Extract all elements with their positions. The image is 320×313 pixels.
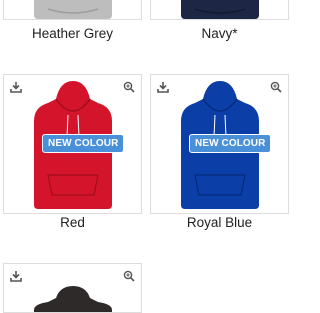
product-image-navy[interactable] [151,0,289,20]
product-image-dark[interactable] [4,264,142,313]
product-card-red[interactable]: NEW COLOUR [3,74,142,214]
product-name[interactable]: Heather Grey [3,26,142,41]
new-colour-badge: NEW COLOUR [42,134,125,153]
download-icon[interactable] [157,81,169,93]
zoom-icon[interactable] [123,81,135,93]
zoom-icon[interactable] [123,270,135,282]
download-icon[interactable] [10,270,22,282]
download-icon[interactable] [10,81,22,93]
product-name[interactable]: Navy* [150,26,289,41]
new-colour-badge: NEW COLOUR [189,134,272,153]
product-card-navy[interactable] [150,0,289,20]
product-card-heather-grey[interactable] [3,0,142,20]
zoom-icon[interactable] [270,81,282,93]
product-name[interactable]: Royal Blue [150,215,289,230]
product-name[interactable]: Red [3,215,142,230]
product-card-royal-blue[interactable]: NEW COLOUR [150,74,289,214]
product-card-dark[interactable] [3,263,142,313]
product-image-heather-grey[interactable] [4,0,142,20]
